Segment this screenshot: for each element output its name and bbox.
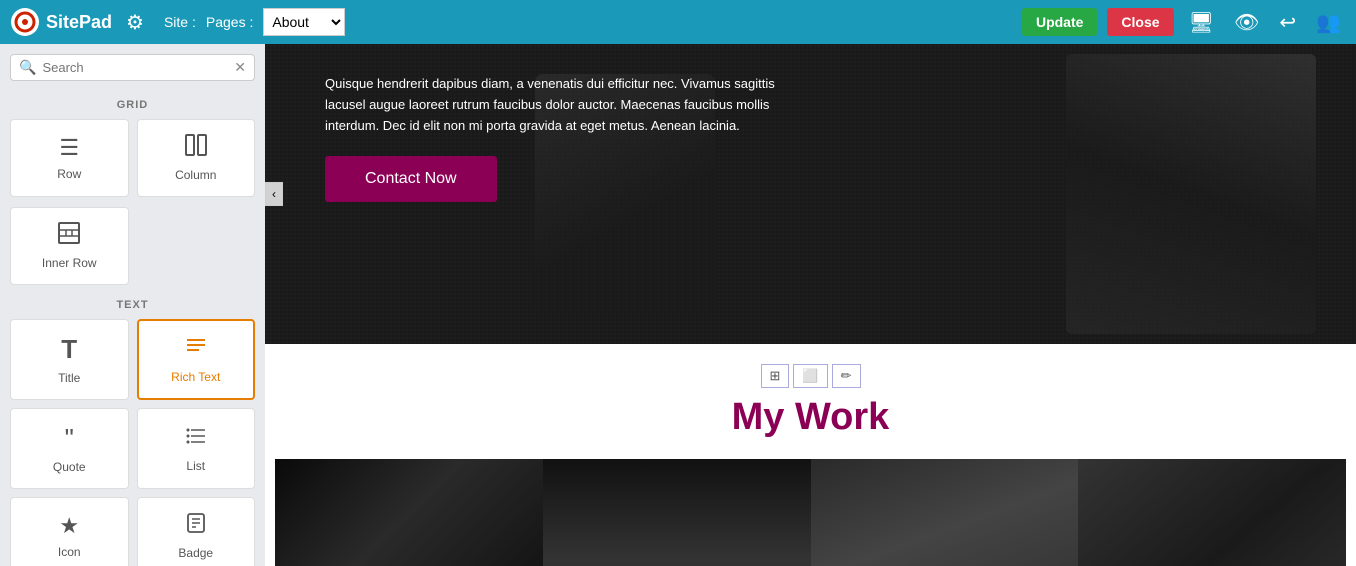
users-icon[interactable]: 👥: [1311, 8, 1346, 37]
icon-label: Icon: [58, 545, 81, 559]
mywork-thumb-1: [275, 459, 543, 566]
update-button[interactable]: Update: [1022, 8, 1097, 36]
inner-row-label: Inner Row: [42, 256, 97, 270]
collapse-arrow[interactable]: ‹: [265, 182, 283, 206]
title-label: Title: [58, 371, 80, 385]
sidebar-item-title[interactable]: T Title: [10, 319, 129, 400]
mywork-toolbar: ⊞ ⬜ ✏: [265, 364, 1356, 388]
sidebar-item-column[interactable]: Column: [137, 119, 256, 197]
hero-section: ‹ Quisque hendrerit dapibus diam, a vene…: [265, 44, 1356, 344]
column-icon: [185, 134, 207, 162]
pages-label: Pages :: [206, 14, 253, 30]
mywork-section: ⊞ ⬜ ✏ My Work: [265, 344, 1356, 566]
quote-icon: ": [65, 423, 74, 454]
eye-icon[interactable]: 👁: [1229, 8, 1264, 37]
mywork-edit-btn[interactable]: ✏: [832, 364, 861, 388]
search-bar: 🔍 ✕: [10, 54, 255, 81]
canvas: ‹ Quisque hendrerit dapibus diam, a vene…: [265, 44, 1356, 566]
quote-label: Quote: [53, 460, 86, 474]
sitepad-logo-icon: [10, 7, 40, 37]
search-input[interactable]: [42, 60, 234, 75]
rich-text-label: Rich Text: [171, 370, 220, 384]
list-icon: [185, 425, 207, 453]
badge-label: Badge: [178, 546, 213, 560]
mywork-columns-btn[interactable]: ⬜: [793, 364, 827, 388]
column-label: Column: [175, 168, 216, 182]
sidebar-item-rich-text[interactable]: Rich Text: [137, 319, 256, 400]
desktop-icon[interactable]: 🖥: [1184, 8, 1219, 37]
close-button[interactable]: Close: [1107, 8, 1173, 36]
star-icon: ★: [59, 513, 79, 539]
grid-section-2: Inner Row: [10, 207, 255, 285]
main-layout: 🔍 ✕ GRID ☰ Row Column: [0, 44, 1356, 566]
grid-section: ☰ Row Column: [10, 119, 255, 197]
row-icon: ☰: [59, 135, 79, 161]
mywork-thumb-3: [811, 459, 1079, 566]
mywork-grid-btn[interactable]: ⊞: [761, 364, 790, 388]
contact-now-button[interactable]: Contact Now: [325, 156, 497, 202]
grid-section-label: GRID: [10, 99, 255, 111]
logo-text: SitePad: [46, 12, 112, 33]
text-section: T Title Rich Text " Quote: [10, 319, 255, 566]
sidebar: 🔍 ✕ GRID ☰ Row Column: [0, 44, 265, 566]
mywork-thumb-4: [1078, 459, 1346, 566]
history-icon[interactable]: ↩: [1274, 8, 1301, 37]
hero-content: Quisque hendrerit dapibus diam, a venena…: [265, 44, 1356, 232]
inner-row-icon: [58, 222, 80, 250]
clear-search-icon[interactable]: ✕: [234, 59, 246, 76]
rich-text-icon: [185, 336, 207, 364]
list-label: List: [186, 459, 205, 473]
pages-dropdown[interactable]: About Home Contact Portfolio: [263, 8, 345, 36]
logo: SitePad: [10, 7, 112, 37]
topbar: SitePad ⚙ Site : Pages : About Home Cont…: [0, 0, 1356, 44]
sidebar-item-badge[interactable]: Badge: [137, 497, 256, 566]
gear-icon[interactable]: ⚙: [126, 10, 144, 35]
mywork-title: My Work: [265, 396, 1356, 439]
mywork-thumbnails: [265, 459, 1356, 566]
hero-body-text: Quisque hendrerit dapibus diam, a venena…: [325, 74, 785, 136]
search-icon: 🔍: [19, 59, 36, 76]
sidebar-item-icon-widget[interactable]: ★ Icon: [10, 497, 129, 566]
text-section-label: TEXT: [10, 299, 255, 311]
site-label: Site :: [164, 14, 196, 30]
mywork-thumb-2: [543, 459, 811, 566]
sidebar-item-inner-row[interactable]: Inner Row: [10, 207, 129, 285]
title-icon: T: [61, 334, 77, 365]
sidebar-item-list[interactable]: List: [137, 408, 256, 489]
badge-icon: [185, 512, 207, 540]
sidebar-item-row[interactable]: ☰ Row: [10, 119, 129, 197]
sidebar-item-quote[interactable]: " Quote: [10, 408, 129, 489]
row-label: Row: [57, 167, 81, 181]
